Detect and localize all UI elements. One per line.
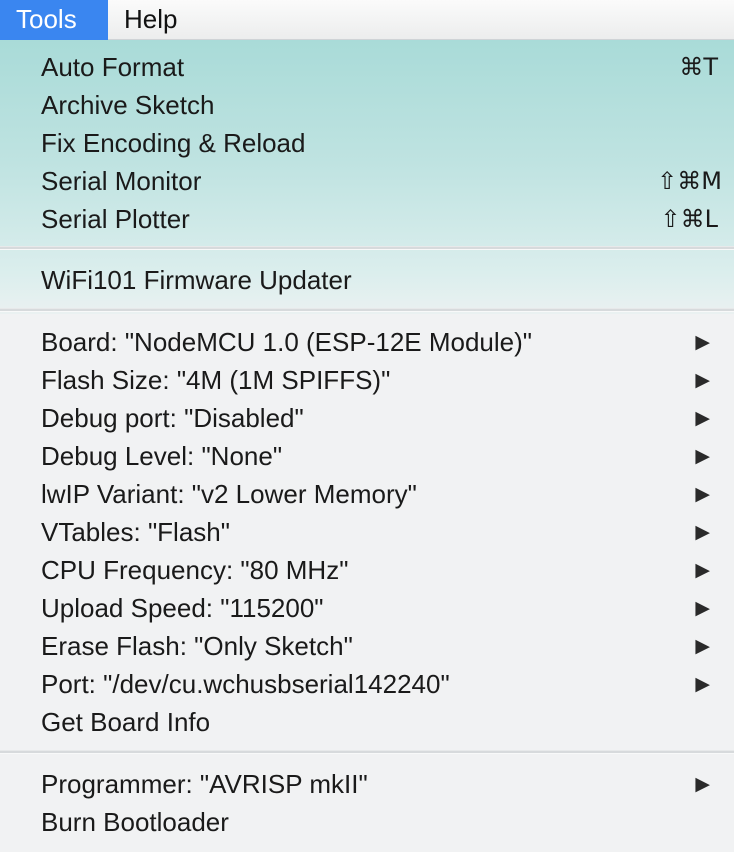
menu-bar-tools[interactable]: Tools bbox=[0, 0, 108, 40]
menu-bar: Tools Help bbox=[0, 0, 734, 40]
submenu-arrow-icon: ▶ bbox=[695, 559, 710, 581]
keyboard-shortcut: ⇧⌘M bbox=[657, 167, 722, 195]
keyboard-shortcut: ⇧⌘L bbox=[660, 205, 718, 233]
menu-item-get-board-info[interactable]: Get Board Info bbox=[0, 703, 734, 741]
menu-separator bbox=[0, 750, 734, 754]
menu-item-label: Burn Bootloader bbox=[41, 807, 229, 837]
menu-item-cpu-frequency[interactable]: CPU Frequency: "80 MHz" ▶ bbox=[0, 551, 734, 589]
menu-item-fix-encoding-reload[interactable]: Fix Encoding & Reload bbox=[0, 124, 734, 162]
menu-item-label: Upload Speed: "115200" bbox=[41, 593, 324, 623]
menu-item-debug-port[interactable]: Debug port: "Disabled" ▶ bbox=[0, 399, 734, 437]
submenu-arrow-icon: ▶ bbox=[695, 483, 710, 505]
submenu-arrow-icon: ▶ bbox=[695, 445, 710, 467]
menu-item-serial-monitor[interactable]: Serial Monitor ⇧⌘M bbox=[0, 162, 734, 200]
submenu-arrow-icon: ▶ bbox=[695, 369, 710, 391]
menu-item-port[interactable]: Port: "/dev/cu.wchusbserial142240" ▶ bbox=[0, 665, 734, 703]
menu-item-debug-level[interactable]: Debug Level: "None" ▶ bbox=[0, 437, 734, 475]
submenu-arrow-icon: ▶ bbox=[695, 521, 710, 543]
menu-item-label: lwIP Variant: "v2 Lower Memory" bbox=[41, 479, 417, 509]
menu-group-editor-tools: Auto Format ⌘T Archive Sketch Fix Encodi… bbox=[0, 48, 734, 238]
menu-item-board[interactable]: Board: "NodeMCU 1.0 (ESP-12E Module)" ▶ bbox=[0, 323, 734, 361]
menu-item-erase-flash[interactable]: Erase Flash: "Only Sketch" ▶ bbox=[0, 627, 734, 665]
menu-item-burn-bootloader[interactable]: Burn Bootloader bbox=[0, 803, 734, 841]
menu-separator bbox=[0, 246, 734, 250]
submenu-arrow-icon: ▶ bbox=[695, 407, 710, 429]
menu-bar-help[interactable]: Help bbox=[108, 0, 193, 40]
menu-group-board-settings: Board: "NodeMCU 1.0 (ESP-12E Module)" ▶ … bbox=[0, 323, 734, 741]
menu-item-programmer[interactable]: Programmer: "AVRISP mkII" ▶ bbox=[0, 765, 734, 803]
menu-item-lwip-variant[interactable]: lwIP Variant: "v2 Lower Memory" ▶ bbox=[0, 475, 734, 513]
submenu-arrow-icon: ▶ bbox=[695, 773, 710, 795]
tools-dropdown-menu: Auto Format ⌘T Archive Sketch Fix Encodi… bbox=[0, 40, 734, 852]
menu-item-label: VTables: "Flash" bbox=[41, 517, 230, 547]
menu-item-label: Archive Sketch bbox=[41, 90, 215, 120]
menu-item-label: Debug Level: "None" bbox=[41, 441, 283, 471]
menu-item-label: Board: "NodeMCU 1.0 (ESP-12E Module)" bbox=[41, 327, 533, 357]
menu-item-label: Port: "/dev/cu.wchusbserial142240" bbox=[41, 669, 450, 699]
menu-item-label: Serial Plotter bbox=[41, 204, 190, 234]
menu-separator bbox=[0, 308, 734, 312]
menu-item-flash-size[interactable]: Flash Size: "4M (1M SPIFFS)" ▶ bbox=[0, 361, 734, 399]
menu-group-programmer: Programmer: "AVRISP mkII" ▶ Burn Bootloa… bbox=[0, 765, 734, 841]
menu-item-serial-plotter[interactable]: Serial Plotter ⇧⌘L bbox=[0, 200, 734, 238]
menu-item-label: WiFi101 Firmware Updater bbox=[41, 265, 352, 295]
menu-item-label: Erase Flash: "Only Sketch" bbox=[41, 631, 353, 661]
submenu-arrow-icon: ▶ bbox=[695, 673, 710, 695]
menu-item-vtables[interactable]: VTables: "Flash" ▶ bbox=[0, 513, 734, 551]
menu-item-upload-speed[interactable]: Upload Speed: "115200" ▶ bbox=[0, 589, 734, 627]
menu-item-archive-sketch[interactable]: Archive Sketch bbox=[0, 86, 734, 124]
menu-item-label: Serial Monitor bbox=[41, 166, 202, 196]
menu-item-wifi101-firmware-updater[interactable]: WiFi101 Firmware Updater bbox=[0, 261, 734, 299]
submenu-arrow-icon: ▶ bbox=[695, 635, 710, 657]
menu-item-label: Debug port: "Disabled" bbox=[41, 403, 304, 433]
menu-item-label: CPU Frequency: "80 MHz" bbox=[41, 555, 349, 585]
submenu-arrow-icon: ▶ bbox=[695, 597, 710, 619]
submenu-arrow-icon: ▶ bbox=[695, 331, 710, 353]
menu-item-label: Fix Encoding & Reload bbox=[41, 128, 306, 158]
keyboard-shortcut: ⌘T bbox=[679, 53, 718, 81]
menu-item-auto-format[interactable]: Auto Format ⌘T bbox=[0, 48, 734, 86]
menu-item-label: Flash Size: "4M (1M SPIFFS)" bbox=[41, 365, 391, 395]
menu-item-label: Programmer: "AVRISP mkII" bbox=[41, 769, 368, 799]
menu-item-label: Auto Format bbox=[41, 52, 185, 82]
menu-item-label: Get Board Info bbox=[41, 707, 211, 737]
menu-group-firmware: WiFi101 Firmware Updater bbox=[0, 261, 734, 299]
